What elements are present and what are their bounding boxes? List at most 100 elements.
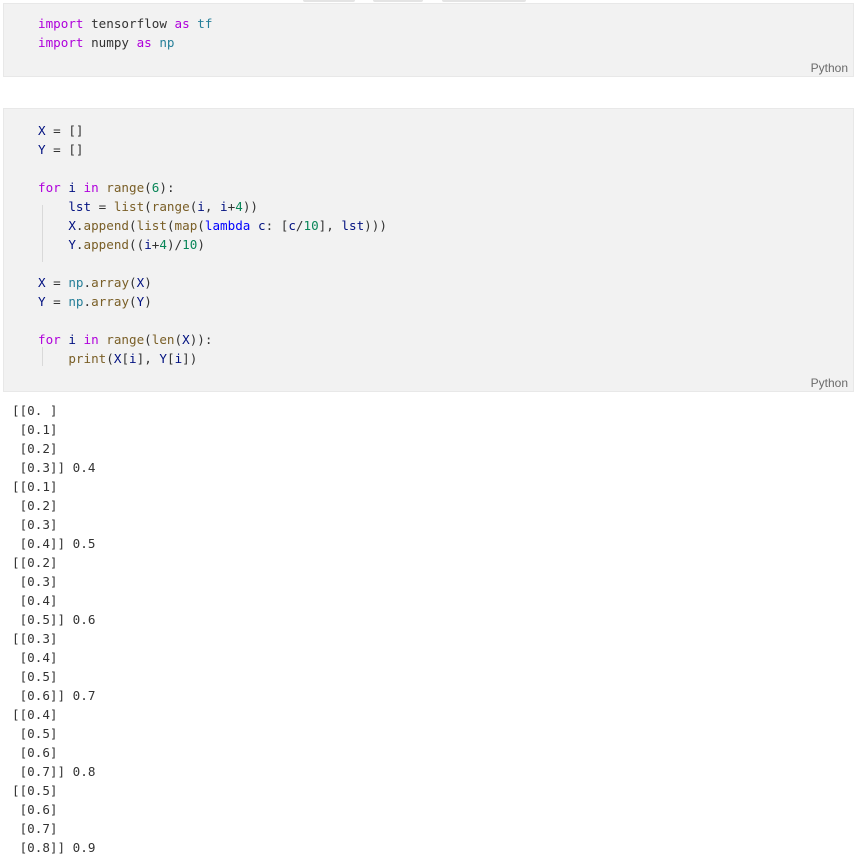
output-line: [[0.1] bbox=[12, 479, 58, 494]
cell-language-label[interactable]: Python bbox=[811, 376, 848, 390]
code-editor[interactable]: import tensorflow as tf import numpy as n… bbox=[38, 14, 212, 52]
code-token: ( bbox=[174, 332, 183, 347]
code-line: lst = list(range(i, i+4)) bbox=[38, 197, 387, 216]
code-token: for bbox=[38, 180, 61, 195]
code-token: import bbox=[38, 35, 84, 50]
code-editor[interactable]: X = [] Y = [] for i in range(6): lst = lis… bbox=[38, 121, 387, 368]
output-line: [0.2] bbox=[12, 498, 58, 513]
code-token: tf bbox=[189, 16, 213, 31]
code-token: ( bbox=[144, 180, 152, 195]
code-token: ]) bbox=[182, 351, 198, 366]
code-token: ) bbox=[144, 275, 152, 290]
code-token: ( bbox=[166, 218, 175, 233]
code-token: i bbox=[129, 351, 137, 366]
code-token: . bbox=[75, 218, 84, 233]
code-token: c bbox=[250, 218, 266, 233]
code-token: ( bbox=[106, 351, 114, 366]
output-line: [0.6]] 0.7 bbox=[12, 688, 96, 703]
code-token: , bbox=[204, 199, 221, 214]
code-token: = bbox=[91, 199, 114, 214]
code-token: range bbox=[98, 180, 145, 195]
code-line: import numpy as np bbox=[38, 33, 212, 52]
code-token: X bbox=[182, 332, 190, 347]
code-token: range bbox=[151, 199, 190, 214]
code-token: = bbox=[45, 294, 69, 309]
output-line: [0.3] bbox=[12, 574, 58, 589]
output-line: [[0.2] bbox=[12, 555, 58, 570]
code-token: ( bbox=[129, 275, 137, 290]
code-token: i bbox=[60, 180, 84, 195]
output-line: [0.4] bbox=[12, 650, 58, 665]
code-line: print(X[i], Y[i]) bbox=[38, 349, 387, 368]
code-token: ) bbox=[144, 294, 152, 309]
output-line: [[0. ] bbox=[12, 403, 58, 418]
code-token: i bbox=[60, 332, 84, 347]
code-token: [ bbox=[166, 351, 175, 366]
output-line: [0.5] bbox=[12, 726, 58, 741]
code-line: for i in range(6): bbox=[38, 178, 387, 197]
code-token: )) bbox=[242, 199, 258, 214]
cell-language-label[interactable]: Python bbox=[811, 61, 848, 75]
code-token: i bbox=[197, 199, 205, 214]
code-token: import bbox=[38, 16, 84, 31]
code-token: Y bbox=[38, 142, 46, 157]
code-token: Y bbox=[38, 237, 76, 252]
code-token: len bbox=[151, 332, 175, 347]
code-token: list bbox=[113, 199, 145, 214]
code-token: ( bbox=[144, 199, 152, 214]
output-line: [0.4] bbox=[12, 593, 58, 608]
code-token: . bbox=[75, 237, 84, 252]
code-cell-data-prep[interactable]: X = [] Y = [] for i in range(6): lst = lis… bbox=[3, 108, 854, 392]
code-token: append bbox=[83, 218, 130, 233]
code-token: ( bbox=[144, 332, 152, 347]
code-token: X bbox=[38, 275, 46, 290]
code-token: 4 bbox=[159, 237, 167, 252]
code-token: np bbox=[68, 275, 84, 290]
code-token: array bbox=[91, 275, 130, 290]
code-token: in bbox=[83, 332, 99, 347]
code-cell-imports[interactable]: import tensorflow as tf import numpy as n… bbox=[3, 3, 854, 77]
code-line: import tensorflow as tf bbox=[38, 14, 212, 33]
code-token: c bbox=[288, 218, 296, 233]
code-token: 4 bbox=[235, 199, 243, 214]
code-token: numpy bbox=[83, 35, 137, 50]
code-token: tensorflow bbox=[83, 16, 175, 31]
code-token: lambda bbox=[204, 218, 251, 233]
code-token: ))) bbox=[364, 218, 387, 233]
code-line: for i in range(len(X)): bbox=[38, 330, 387, 349]
code-token: array bbox=[91, 294, 130, 309]
output-line: [[0.4] bbox=[12, 707, 58, 722]
code-token: ): bbox=[159, 180, 175, 195]
output-line: [0.4]] 0.5 bbox=[12, 536, 96, 551]
code-line: Y = [] bbox=[38, 140, 387, 159]
code-token: np bbox=[151, 35, 175, 50]
code-token: . bbox=[83, 294, 92, 309]
code-token: )/ bbox=[166, 237, 183, 252]
output-line: [0.2] bbox=[12, 441, 58, 456]
code-token: X bbox=[38, 123, 46, 138]
code-line: Y.append((i+4)/10) bbox=[38, 235, 387, 254]
code-token: range bbox=[98, 332, 145, 347]
code-token: / bbox=[295, 218, 304, 233]
code-token: )): bbox=[189, 332, 213, 347]
output-line: [0.7] bbox=[12, 821, 58, 836]
output-line: [0.3]] 0.4 bbox=[12, 460, 96, 475]
code-token: ], bbox=[136, 351, 160, 366]
toolbar-tab[interactable] bbox=[303, 0, 355, 2]
toolbar-tab[interactable] bbox=[373, 0, 423, 2]
code-token: ( bbox=[129, 218, 137, 233]
toolbar-tab[interactable] bbox=[442, 0, 526, 2]
code-token: = bbox=[45, 275, 69, 290]
code-token: for bbox=[38, 332, 61, 347]
code-token: X bbox=[38, 218, 76, 233]
output-line: [0.6] bbox=[12, 745, 58, 760]
code-token: : [ bbox=[265, 218, 289, 233]
cell-output: [[0. ] [0.1] [0.2] [0.3]] 0.4 [[0.1] [0.2… bbox=[12, 401, 95, 857]
output-line: [0.8]] 0.9 bbox=[12, 840, 96, 855]
code-token: Y bbox=[38, 294, 46, 309]
output-line: [[0.5] bbox=[12, 783, 58, 798]
code-line: X.append(list(map(lambda c: [c/10], lst)… bbox=[38, 216, 387, 235]
output-line: [0.5] bbox=[12, 669, 58, 684]
code-token: append bbox=[83, 237, 130, 252]
